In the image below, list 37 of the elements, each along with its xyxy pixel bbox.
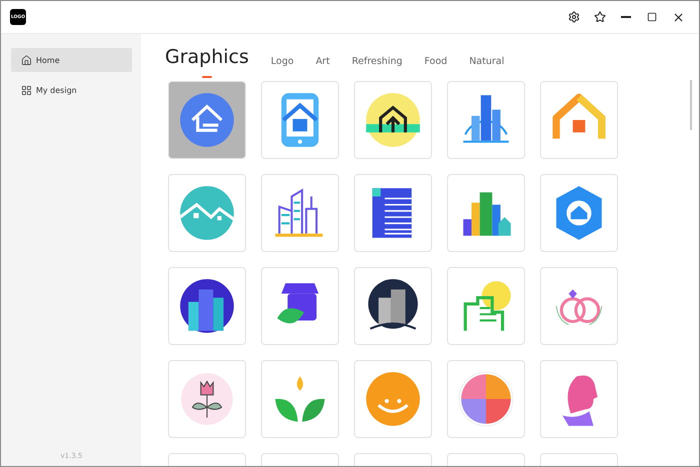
category-tab[interactable]: Natural xyxy=(469,56,504,70)
category-tab[interactable]: Graphics xyxy=(165,46,249,72)
graphic-tile[interactable] xyxy=(168,360,246,438)
graphic-tile[interactable] xyxy=(540,174,618,252)
graphic-tile[interactable] xyxy=(540,360,618,438)
graphic-tile[interactable] xyxy=(447,81,525,159)
graphic-tile[interactable] xyxy=(168,81,246,159)
graphic-tile[interactable] xyxy=(261,267,339,345)
sidebar-item[interactable]: My design xyxy=(11,78,132,102)
graphic-tile[interactable] xyxy=(540,81,618,159)
graphic-tile[interactable] xyxy=(447,267,525,345)
graphic-tile[interactable] xyxy=(261,360,339,438)
active-tab-indicator xyxy=(202,76,212,78)
settings-icon xyxy=(568,11,580,23)
maximize-icon xyxy=(647,12,657,22)
scrollbar[interactable] xyxy=(690,80,692,130)
minimize-icon xyxy=(621,16,631,18)
home-icon xyxy=(21,54,32,66)
graphic-tile[interactable] xyxy=(261,174,339,252)
star-icon xyxy=(594,11,606,23)
close-icon xyxy=(672,10,684,24)
graphic-tile[interactable] xyxy=(168,174,246,252)
category-tab[interactable]: Logo xyxy=(270,56,294,70)
category-tab[interactable]: Art xyxy=(316,56,330,70)
grid-icon xyxy=(21,84,32,96)
category-tab[interactable]: Food xyxy=(424,56,448,70)
graphic-tile[interactable] xyxy=(354,267,432,345)
graphic-tile[interactable] xyxy=(447,360,525,438)
graphic-tile[interactable] xyxy=(354,174,432,252)
graphic-tile[interactable] xyxy=(354,81,432,159)
graphic-tile[interactable] xyxy=(261,81,339,159)
graphic-tile[interactable] xyxy=(354,360,432,438)
graphic-tile[interactable] xyxy=(540,267,618,345)
graphic-tile[interactable] xyxy=(447,174,525,252)
sidebar-item[interactable]: Home xyxy=(11,48,132,72)
graphic-tile[interactable] xyxy=(168,267,246,345)
category-tab[interactable]: Refreshing xyxy=(352,56,402,70)
